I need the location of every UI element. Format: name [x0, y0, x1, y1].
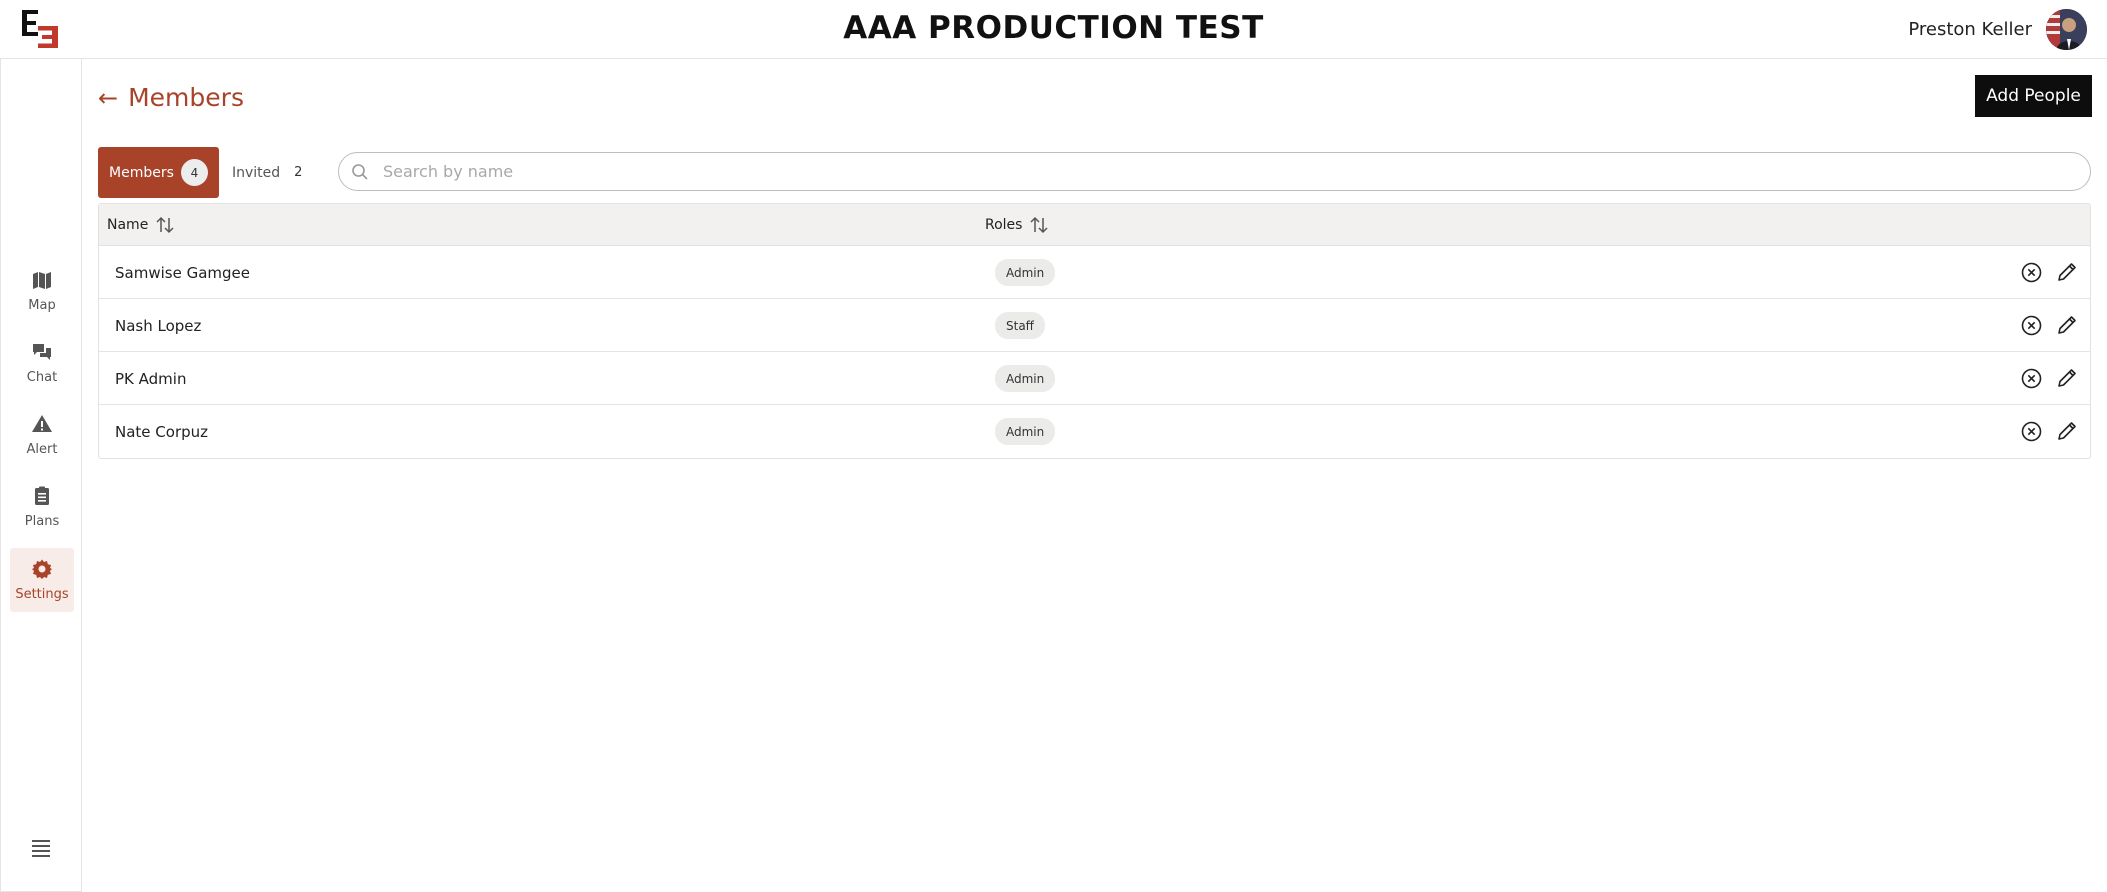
alert-icon: [31, 413, 53, 435]
top-header: AAA PRODUCTION TEST Preston Keller: [0, 0, 2107, 59]
table-row[interactable]: Nate Corpuz Admin: [99, 405, 2090, 458]
sidebar-item-label: Chat: [26, 370, 58, 385]
role-badge: Admin: [995, 259, 1056, 286]
sidebar-item-chat[interactable]: Chat: [10, 331, 74, 395]
tab-label: Members: [109, 164, 174, 181]
members-count-badge: 4: [180, 159, 208, 186]
tab-label: Invited: [232, 164, 281, 181]
main-content: ← Members Add People Members 4 Invited 2…: [82, 59, 2107, 892]
members-table: Name Roles Samwise Gamgee Admin Nash Lop…: [98, 203, 2091, 459]
role-badge: Staff: [995, 312, 1045, 339]
edit-pencil-icon[interactable]: [2056, 261, 2078, 283]
search-input[interactable]: [383, 162, 2063, 181]
sidebar-item-settings[interactable]: Settings: [10, 548, 74, 612]
role-badge: Admin: [995, 365, 1056, 392]
table-row[interactable]: Samwise Gamgee Admin: [99, 246, 2090, 299]
gear-icon: [31, 558, 53, 580]
member-name: Nate Corpuz: [115, 422, 209, 441]
tab-invited[interactable]: Invited 2: [232, 147, 302, 198]
chat-icon: [31, 341, 53, 363]
remove-icon[interactable]: [2021, 421, 2042, 442]
sidebar-item-alert[interactable]: Alert: [10, 403, 74, 467]
sort-icon[interactable]: [1028, 215, 1050, 235]
remove-icon[interactable]: [2021, 368, 2042, 389]
edit-pencil-icon[interactable]: [2056, 367, 2078, 389]
table-row[interactable]: PK Admin Admin: [99, 352, 2090, 405]
invited-count: 2: [294, 165, 303, 180]
add-people-button[interactable]: Add People: [1975, 75, 2092, 117]
table-row[interactable]: Nash Lopez Staff: [99, 299, 2090, 352]
member-name: Nash Lopez: [115, 316, 202, 335]
edit-pencil-icon[interactable]: [2056, 420, 2078, 442]
map-icon: [31, 269, 53, 291]
sort-icon[interactable]: [154, 215, 176, 235]
search-box: [338, 152, 2091, 191]
sidebar-item-map[interactable]: Map: [10, 259, 74, 323]
sidebar-item-label: Plans: [24, 514, 60, 529]
column-label: Roles: [985, 217, 1023, 233]
remove-icon[interactable]: [2021, 262, 2042, 283]
back-arrow-icon[interactable]: ←: [98, 86, 118, 110]
menu-icon[interactable]: [29, 837, 55, 859]
sidebar-item-label: Alert: [26, 442, 58, 457]
role-badge: Admin: [995, 418, 1056, 445]
sidebar-item-plans[interactable]: Plans: [10, 475, 74, 539]
user-menu[interactable]: Preston Keller: [1908, 9, 2087, 50]
search-icon: [352, 163, 368, 180]
page-title: Members: [128, 83, 244, 112]
table-header: Name Roles: [99, 204, 2090, 246]
sidebar: Map Chat Alert Plans Settings: [0, 59, 82, 892]
plans-icon: [31, 485, 53, 507]
column-header-roles[interactable]: Roles: [985, 204, 1050, 246]
member-name: Samwise Gamgee: [115, 263, 250, 282]
remove-icon[interactable]: [2021, 315, 2042, 336]
page-heading: ← Members: [98, 83, 244, 112]
column-header-name[interactable]: Name: [107, 204, 176, 246]
app-title: AAA PRODUCTION TEST: [843, 10, 1264, 46]
member-name: PK Admin: [115, 369, 187, 388]
avatar-image: [2046, 9, 2087, 50]
user-name: Preston Keller: [1908, 19, 2032, 40]
tab-members[interactable]: Members 4: [98, 147, 219, 198]
avatar[interactable]: [2046, 9, 2087, 50]
column-label: Name: [107, 217, 149, 233]
sidebar-item-label: Settings: [15, 587, 69, 602]
sidebar-item-label: Map: [28, 298, 56, 313]
edit-pencil-icon[interactable]: [2056, 314, 2078, 336]
